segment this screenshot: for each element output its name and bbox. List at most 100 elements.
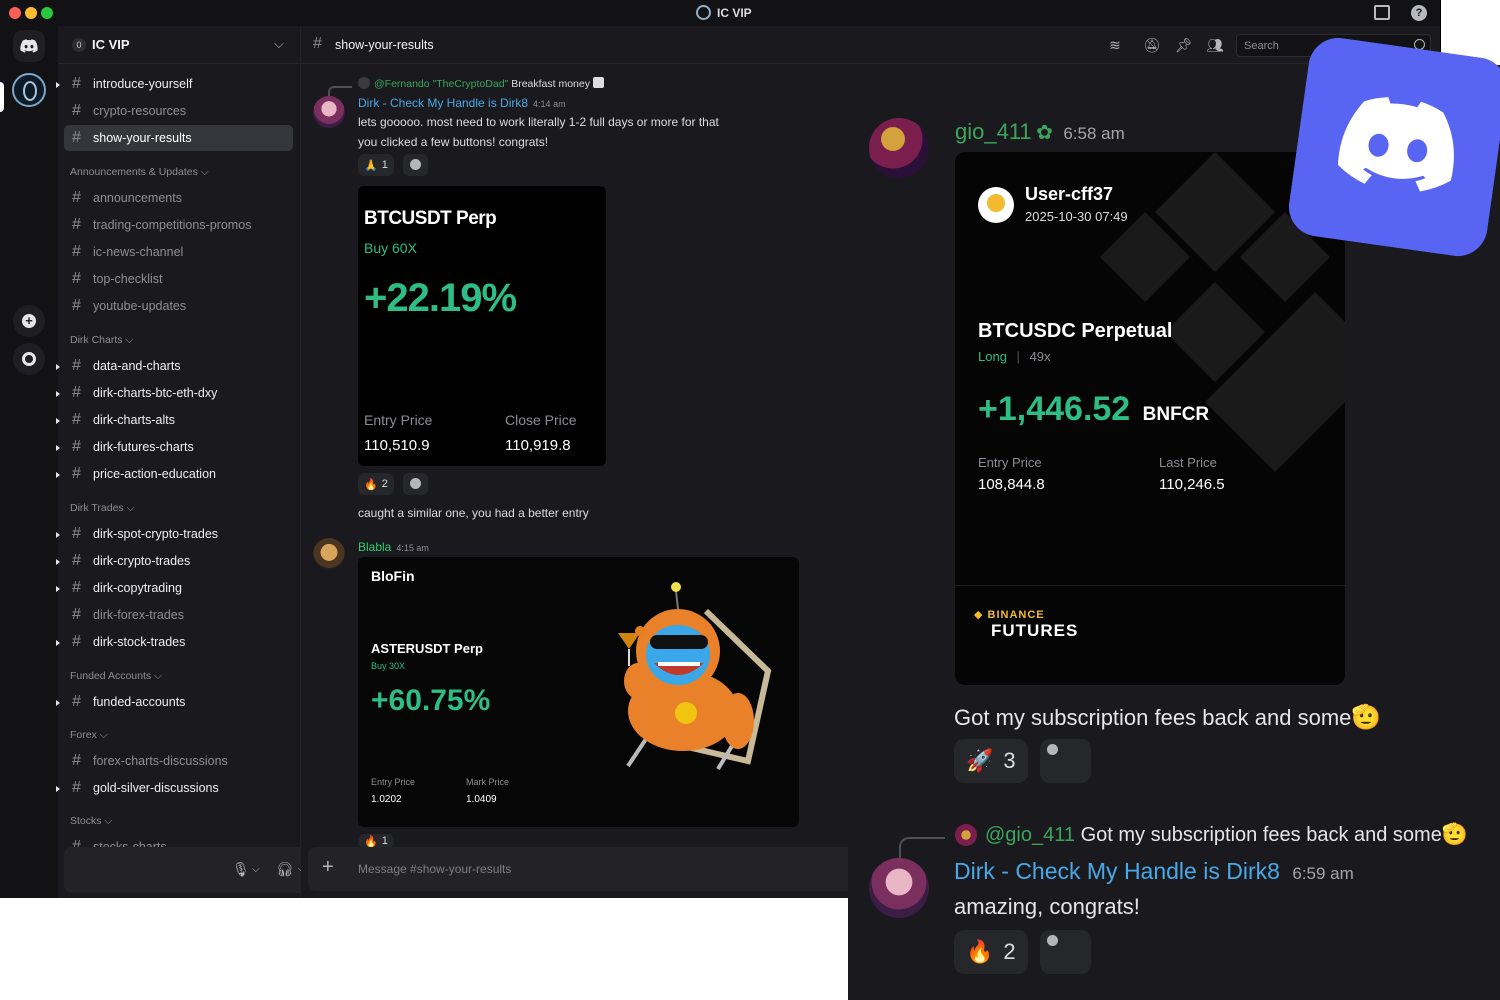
server-header[interactable]: 0 IC VIP ⌵ <box>58 26 300 64</box>
channel-crypto-resources[interactable]: # crypto-resources <box>64 98 293 124</box>
category-header[interactable]: Forex ⌵ <box>70 729 108 742</box>
threads-icon[interactable]: ≋ <box>1109 37 1121 54</box>
category-header[interactable]: Dirk Charts ⌵ <box>70 334 133 347</box>
channel-dirk-forex-trades[interactable]: # dirk-forex-trades <box>64 602 293 628</box>
card-pair: ASTERUSDT Perp <box>371 641 483 656</box>
channel-dirk-futures-charts[interactable]: # dirk-futures-charts <box>56 434 293 460</box>
channel-top-checklist[interactable]: # top-checklist <box>64 266 293 292</box>
avatar[interactable] <box>313 538 345 570</box>
card-datetime: 2025-10-30 07:49 <box>1025 209 1128 224</box>
channel-forex-charts-discussions[interactable]: # forex-charts-discussions <box>64 748 293 774</box>
card-entry-label: Entry Price <box>371 777 416 787</box>
timestamp: 4:15 am <box>396 543 429 553</box>
channel-funded-accounts[interactable]: # funded-accounts <box>56 689 293 715</box>
add-server-button[interactable]: + <box>13 305 45 337</box>
channel-ic-news-channel[interactable]: # ic-news-channel <box>64 239 293 265</box>
server-rail: + <box>0 26 58 898</box>
author-name[interactable]: Dirk - Check My Handle is Dirk8 <box>358 96 528 110</box>
reaction-emoji: 🔥 <box>364 835 378 848</box>
card-side: Buy 60X <box>364 240 417 256</box>
channel-gold-silver-discussions[interactable]: # gold-silver-discussions <box>56 775 293 801</box>
zoom-window-button[interactable] <box>41 7 53 19</box>
channel-dirk-charts-btc-eth-dxy[interactable]: # dirk-charts-btc-eth-dxy <box>56 380 293 406</box>
discord-logo-icon <box>1288 37 1500 257</box>
channel-dirk-copytrading[interactable]: # dirk-copytrading <box>56 575 293 601</box>
channel-label: ic-news-channel <box>93 245 184 259</box>
channel-dirk-crypto-trades[interactable]: # dirk-crypto-trades <box>56 548 293 574</box>
hash-icon: # <box>72 779 81 796</box>
card-pair: BTCUSDT Perp <box>364 208 497 229</box>
category-header[interactable]: Dirk Trades ⌵ <box>70 502 135 515</box>
microphone-icon[interactable]: 🎙︎ <box>232 861 250 878</box>
pin-icon[interactable]: 📌︎ <box>1175 37 1193 54</box>
channel-dirk-stock-trades[interactable]: # dirk-stock-trades <box>56 629 293 655</box>
inbox-icon[interactable] <box>1374 5 1390 20</box>
channel-label: forex-charts-discussions <box>93 753 228 768</box>
avatar[interactable] <box>869 118 929 178</box>
category-header[interactable]: Stocks ⌵ <box>70 815 112 828</box>
category-header[interactable]: Funded Accounts ⌵ <box>70 670 162 683</box>
channel-dirk-spot-crypto-trades[interactable]: # dirk-spot-crypto-trades <box>56 521 293 547</box>
message-text: you clicked a few buttons! congrats! <box>358 135 549 149</box>
hash-icon: # <box>313 35 322 52</box>
channel-price-action-education[interactable]: # price-action-education <box>56 461 293 487</box>
card-pair: BTCUSDC Perpetual <box>978 320 1173 342</box>
reaction-pray[interactable]: 🙏 1 <box>358 154 394 176</box>
reaction-rocket[interactable]: 🚀 3 <box>954 739 1028 783</box>
card-pnl: +1,446.52 <box>978 390 1131 428</box>
channel-label: announcements <box>93 190 182 205</box>
trade-card-btcusdt[interactable]: BTCUSDT Perp Buy 60X +22.19% Entry Price… <box>358 186 606 466</box>
message-text: Got my subscription fees back and some🫡 <box>954 703 1381 732</box>
channel-data-and-charts[interactable]: # data-and-charts <box>56 353 293 379</box>
avatar[interactable] <box>869 858 929 918</box>
search-placeholder: Search <box>1244 40 1279 52</box>
member-list-icon[interactable]: 👥︎ <box>1206 37 1224 54</box>
channel-label: price-action-education <box>93 467 216 482</box>
unread-indicator <box>56 82 60 88</box>
unread-indicator <box>56 390 60 397</box>
channel-label: trading-competitions-promos <box>93 217 252 232</box>
chevron-down-icon: ⌵ <box>96 728 108 741</box>
channel-introduce-yourself[interactable]: # introduce-yourself <box>56 71 293 97</box>
add-reaction-button[interactable] <box>403 473 428 495</box>
avatar[interactable] <box>313 96 345 128</box>
card-entry-label: Entry Price <box>978 455 1042 470</box>
help-icon[interactable]: ? <box>1411 5 1427 21</box>
unread-indicator <box>56 586 60 592</box>
reaction-fire[interactable]: 🔥 1 <box>358 834 394 848</box>
add-reaction-button[interactable] <box>1040 930 1091 974</box>
server-icon-ic-vip[interactable] <box>12 73 46 107</box>
channel-show-your-results[interactable]: # show-your-results <box>64 125 293 152</box>
add-reaction-button[interactable] <box>403 154 428 176</box>
channel-label: dirk-copytrading <box>93 581 182 595</box>
discord-home-button[interactable] <box>13 30 45 62</box>
headphones-icon[interactable]: 🎧︎ <box>276 861 294 878</box>
reply-quoted: Got my subscription fees back and some <box>1080 824 1442 846</box>
add-attachment-icon[interactable]: + <box>322 856 334 879</box>
reply-preview[interactable]: @gio_411 Got my subscription fees back a… <box>985 823 1468 847</box>
channel-trading-competitions-promos[interactable]: # trading-competitions-promos <box>64 212 293 238</box>
message-header: gio_411 ✿ 6:58 am <box>955 119 1125 145</box>
category-header[interactable]: Announcements & Updates ⌵ <box>70 166 209 179</box>
card-pnl: +60.75% <box>371 684 491 717</box>
author-name[interactable]: Blabla <box>358 540 391 554</box>
trade-card-asterusdt[interactable]: BloFin ASTERUSDT Perp Buy 30X +60.75% En… <box>358 557 799 827</box>
reaction-fire[interactable]: 🔥 2 <box>358 473 394 495</box>
discover-button[interactable] <box>13 343 45 375</box>
minimize-window-button[interactable] <box>25 7 37 19</box>
close-window-button[interactable] <box>9 7 21 19</box>
author-name[interactable]: gio_411 <box>955 119 1032 144</box>
notification-bell-muted-icon[interactable]: 🔕︎ <box>1143 37 1161 54</box>
add-reaction-button[interactable] <box>1040 739 1091 783</box>
reply-preview[interactable]: @Fernando "TheCryptoDad" Breakfast money <box>374 77 604 90</box>
chevron-down-icon[interactable]: ⌵ <box>252 864 260 875</box>
channel-dirk-charts-alts[interactable]: # dirk-charts-alts <box>56 407 293 433</box>
channel-announcements[interactable]: # announcements <box>64 185 293 211</box>
selected-server-indicator <box>0 82 4 112</box>
reaction-fire[interactable]: 🔥 2 <box>954 930 1028 974</box>
image-icon <box>592 77 604 88</box>
author-name[interactable]: Dirk - Check My Handle is Dirk8 <box>954 858 1280 884</box>
card-side: Long <box>978 349 1007 364</box>
channel-label: funded-accounts <box>93 694 186 709</box>
channel-youtube-updates[interactable]: # youtube-updates <box>64 293 293 319</box>
